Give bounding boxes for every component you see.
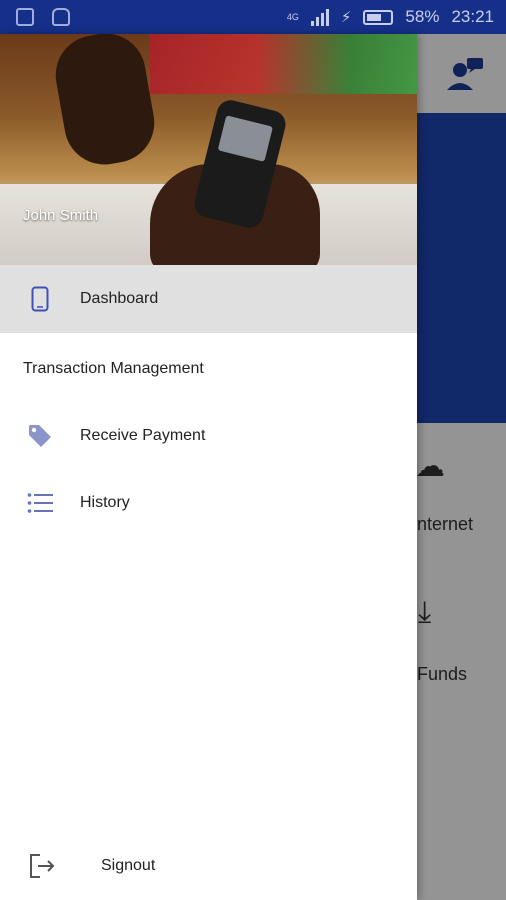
status-bar: 4G ⚡ 58% 23:21 bbox=[0, 0, 506, 34]
menu-item-receive-payment[interactable]: Receive Payment bbox=[0, 402, 417, 470]
header-photo-shelf bbox=[150, 34, 417, 94]
user-name: John Smith bbox=[23, 207, 99, 224]
network-type: 4G bbox=[286, 11, 299, 22]
menu-item-label: Receive Payment bbox=[80, 427, 206, 444]
clock: 23:21 bbox=[451, 7, 494, 26]
menu-item-dashboard[interactable]: Dashboard bbox=[0, 265, 417, 333]
logout-icon bbox=[28, 852, 56, 880]
battery-percent: 58% bbox=[405, 7, 440, 26]
menu-item-label: Dashboard bbox=[80, 290, 159, 307]
list-icon bbox=[26, 489, 54, 517]
section-title: Transaction Management bbox=[23, 360, 204, 377]
header-photo-hand bbox=[49, 34, 161, 171]
gallery-icon bbox=[16, 8, 34, 26]
phone-icon bbox=[26, 285, 54, 313]
charging-icon: ⚡ bbox=[340, 9, 352, 26]
signout-button[interactable]: Signout bbox=[0, 832, 417, 900]
battery-icon bbox=[363, 9, 394, 25]
signout-label: Signout bbox=[101, 857, 156, 874]
signal-icon bbox=[310, 8, 329, 26]
tag-icon bbox=[26, 422, 54, 450]
menu-item-label: History bbox=[80, 494, 130, 511]
android-icon bbox=[52, 8, 70, 26]
menu-item-history[interactable]: History bbox=[0, 469, 417, 537]
navigation-drawer: John Smith Dashboard Transaction Managem… bbox=[0, 34, 417, 900]
drawer-header: John Smith bbox=[0, 34, 417, 265]
